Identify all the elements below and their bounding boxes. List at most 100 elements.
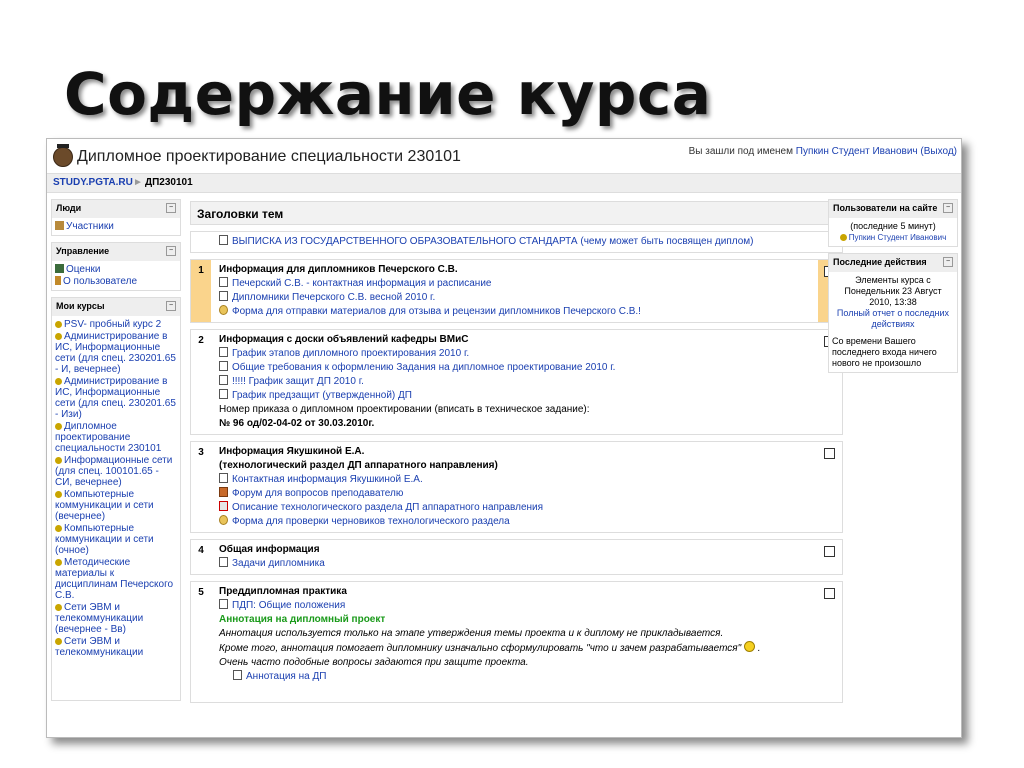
breadcrumb-current: ДП230101 xyxy=(145,177,193,188)
course-icon xyxy=(55,491,62,498)
section-number: 3 xyxy=(198,447,204,458)
resource-link[interactable]: Задачи дипломника xyxy=(219,557,814,571)
collapse-toggle-icon[interactable]: − xyxy=(166,301,176,311)
resource-link[interactable]: Печерский С.В. - контактная информация и… xyxy=(219,277,814,291)
forum-link[interactable]: Форум для вопросов преподавателю xyxy=(219,487,814,501)
collapse-toggle-icon[interactable]: − xyxy=(943,203,953,213)
section-number: 1 xyxy=(191,260,211,322)
course-link[interactable]: Компьютерные коммуникации и сети (очное) xyxy=(55,523,177,556)
questionnaire-icon xyxy=(219,515,228,525)
right-column: Пользователи на сайте − (последние 5 мину… xyxy=(828,199,958,379)
course-link[interactable]: Администрирование в ИС, Информационные с… xyxy=(55,331,177,375)
annotation-title: Аннотация на дипломный проект xyxy=(219,614,386,625)
annotation-text: Очень часто подобные вопросы задаются пр… xyxy=(219,657,529,668)
main-content: Заголовки тем ВЫПИСКА ИЗ ГОСУДАРСТВЕННОГ… xyxy=(190,201,843,703)
login-prefix: Вы зашли под именем xyxy=(688,146,796,157)
course-link[interactable]: Информационные сети (для спец. 100101.65… xyxy=(55,455,177,488)
topic-section-4: 4 Общая информация Задачи дипломника xyxy=(190,539,843,575)
highlight-toggle-icon[interactable] xyxy=(824,448,835,459)
collapse-toggle-icon[interactable]: − xyxy=(166,246,176,256)
admin-block-title: Управление xyxy=(56,246,110,256)
course-link[interactable]: Компьютерные коммуникации и сети (вечерн… xyxy=(55,489,177,522)
annotation-text: Аннотация используется только на этапе у… xyxy=(219,628,724,639)
topic-section-5: 5 Преддипломная практика ПДП: Общие поло… xyxy=(190,581,843,703)
login-user-link[interactable]: Пупкин Студент Иванович xyxy=(796,146,918,157)
course-link[interactable]: PSV- пробный курс 2 xyxy=(55,319,177,330)
document-icon xyxy=(219,291,228,301)
course-link[interactable]: Сети ЭВМ и телекоммуникации xyxy=(55,636,177,658)
document-icon xyxy=(233,670,242,680)
document-icon xyxy=(219,599,228,609)
section-title: Общая информация xyxy=(219,544,320,555)
resource-link[interactable]: Контактная информация Якушкиной Е.А. xyxy=(219,473,814,487)
resource-link[interactable]: Форма для проверки черновиков технологич… xyxy=(219,515,814,529)
section-title: Информация с доски объявлений кафедры ВМ… xyxy=(219,334,469,345)
section-number: 2 xyxy=(198,335,204,346)
resource-link[interactable]: ПДП: Общие положения xyxy=(219,599,814,613)
forum-icon xyxy=(219,487,228,497)
topics-heading: Заголовки тем xyxy=(190,201,843,225)
section-number: 4 xyxy=(198,545,204,556)
resource-link[interactable]: График предзащит (утвержденной) ДП xyxy=(219,389,814,403)
document-icon xyxy=(219,235,228,245)
breadcrumb-home[interactable]: STUDY.PGTA.RU xyxy=(53,177,133,188)
my-courses-block: Мои курсы − PSV- пробный курс 2 Администр… xyxy=(51,297,181,701)
resource-link[interactable]: !!!!! График защит ДП 2010 г. xyxy=(219,375,814,389)
resource-link[interactable]: Описание технологического раздела ДП апп… xyxy=(219,501,814,515)
document-icon xyxy=(219,277,228,287)
course-icon xyxy=(55,423,62,430)
site-title: Дипломное проектирование специальности 2… xyxy=(77,148,461,165)
online-users-block: Пользователи на сайте − (последние 5 мину… xyxy=(828,199,958,247)
online-user-link[interactable]: Пупкин Студент Иванович xyxy=(839,233,946,242)
collapse-toggle-icon[interactable]: − xyxy=(943,257,953,267)
document-icon xyxy=(219,557,228,567)
course-icon xyxy=(55,559,62,566)
section-subtitle: (технологический раздел ДП аппаратного н… xyxy=(219,460,498,471)
participants-link[interactable]: Участники xyxy=(55,221,177,232)
grades-link[interactable]: Оценки xyxy=(55,264,177,275)
smiley-icon xyxy=(743,641,755,652)
profile-link[interactable]: О пользователе xyxy=(55,276,177,287)
page-header: Дипломное проектирование специальности 2… xyxy=(47,139,961,173)
resource-link[interactable]: ВЫПИСКА ИЗ ГОСУДАРСТВЕННОГО ОБРАЗОВАТЕЛЬ… xyxy=(219,235,814,249)
course-link[interactable]: Сети ЭВМ и телекоммуникации (вечернее - … xyxy=(55,602,177,635)
pdf-icon xyxy=(219,501,228,511)
breadcrumb: STUDY.PGTA.RU ► ДП230101 xyxy=(47,173,961,193)
highlight-toggle-icon[interactable] xyxy=(824,588,835,599)
recent-nothing-new: Со времени Вашего последнего входа ничег… xyxy=(832,336,937,368)
resource-link[interactable]: Форма для отправки материалов для отзыва… xyxy=(219,305,814,319)
document-icon xyxy=(219,473,228,483)
topic-section-1: 1 Информация для дипломников Печерского … xyxy=(190,259,843,323)
course-icon xyxy=(55,604,62,611)
recent-activity-block: Последние действия − Элементы курса с Пон… xyxy=(828,253,958,373)
order-note: Номер приказа о дипломном проектировании… xyxy=(219,404,590,415)
breadcrumb-separator: ► xyxy=(133,177,143,188)
people-block-title: Люди xyxy=(56,203,82,213)
resource-link[interactable]: График этапов дипломного проектирования … xyxy=(219,347,814,361)
course-link[interactable]: Администрирование в ИС, Информационные с… xyxy=(55,376,177,420)
full-report-link[interactable]: Полный отчет о последних действиях xyxy=(837,308,949,329)
topic-section-3: 3 Информация Якушкиной Е.А. (технологиче… xyxy=(190,441,843,533)
highlight-toggle-icon[interactable] xyxy=(824,546,835,557)
course-icon xyxy=(55,457,62,464)
resource-link[interactable]: Дипломники Печерского С.В. весной 2010 г… xyxy=(219,291,814,305)
resource-link[interactable]: Общие требования к оформлению Задания на… xyxy=(219,361,814,375)
grades-icon xyxy=(55,264,64,273)
collapse-toggle-icon[interactable]: − xyxy=(166,203,176,213)
resource-link[interactable]: Аннотация на ДП xyxy=(219,670,814,684)
section-title: Преддипломная практика xyxy=(219,586,347,597)
online-period: (последние 5 минут) xyxy=(850,221,936,231)
left-column: Люди − Участники Управление − Оценки О пол… xyxy=(51,199,181,707)
topic-section-0: ВЫПИСКА ИЗ ГОСУДАРСТВЕННОГО ОБРАЗОВАТЕЛЬ… xyxy=(190,231,843,253)
logout-link[interactable]: (Выход) xyxy=(920,146,957,157)
questionnaire-icon xyxy=(219,305,228,315)
course-link[interactable]: Дипломное проектирование специальности 2… xyxy=(55,421,177,454)
user-icon xyxy=(839,234,847,241)
document-icon xyxy=(219,375,228,385)
people-block: Люди − Участники xyxy=(51,199,181,236)
section-number: 5 xyxy=(198,587,204,598)
course-icon xyxy=(55,525,62,532)
topic-section-2: 2 Информация с доски объявлений кафедры … xyxy=(190,329,843,435)
courses-block-title: Мои курсы xyxy=(56,301,105,311)
course-link[interactable]: Методические материалы к дисциплинам Печ… xyxy=(55,557,177,601)
